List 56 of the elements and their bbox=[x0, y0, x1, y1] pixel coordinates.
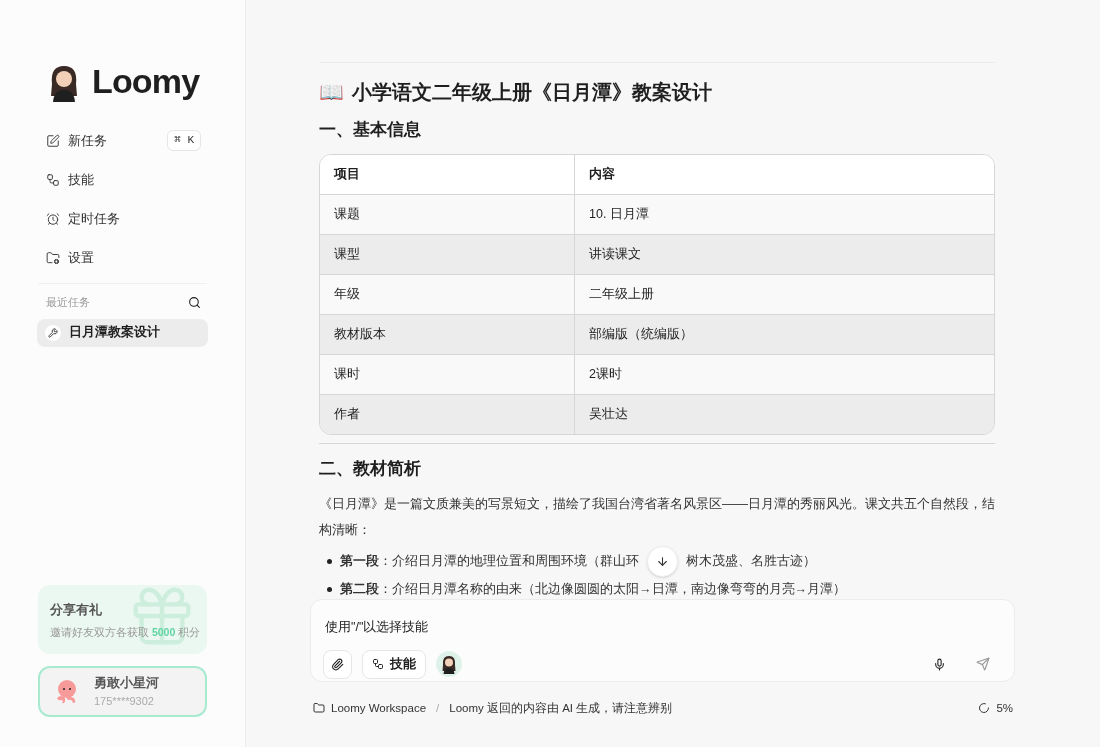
paragraph: 《日月潭》是一篇文质兼美的写景短文，描绘了我国台湾省著名风景区——日月潭的秀丽风光。课文共五个自然段，结构清晰： bbox=[319, 495, 995, 539]
shortcut-badge: ⌘ K bbox=[167, 130, 201, 151]
folder-icon bbox=[313, 702, 325, 715]
arrow-down-icon bbox=[656, 554, 669, 568]
brand-name: Loomy bbox=[92, 61, 200, 102]
table-cell-text: 部编版（统编版） bbox=[588, 325, 694, 343]
column-header: 内容 bbox=[588, 165, 616, 183]
bullet-text: 树木茂盛、名胜古迹） bbox=[686, 553, 816, 570]
table-cell: 课时 bbox=[320, 354, 575, 394]
send-icon[interactable] bbox=[976, 657, 990, 672]
table-cell: 教材版本 bbox=[320, 314, 575, 354]
menu-item[interactable]: 定时任务 bbox=[38, 199, 207, 238]
recent-task-item[interactable]: 日月潭教案设计 bbox=[37, 318, 208, 347]
workspace-link[interactable]: Loomy Workspace bbox=[331, 699, 427, 717]
table-cell-text: 二年级上册 bbox=[588, 285, 655, 303]
section-heading: 二、教材简析 bbox=[319, 457, 422, 480]
table-cell: 年级 bbox=[320, 274, 575, 314]
edit-icon bbox=[46, 133, 60, 148]
search-icon[interactable] bbox=[188, 295, 201, 309]
table-cell: 作者 bbox=[320, 394, 575, 434]
folder-gear-icon bbox=[46, 250, 60, 265]
ai-notice: Loomy 返回的内容由 AI 生成，请注意辨别 bbox=[449, 700, 673, 716]
attach-button[interactable] bbox=[323, 649, 352, 679]
column-header: 项目 bbox=[320, 154, 575, 194]
user-card[interactable]: 勇敢小星河 175****9302 bbox=[38, 666, 207, 717]
table-cell-text: 吴壮达 bbox=[588, 405, 629, 423]
section-label: 最近任务 bbox=[46, 295, 90, 310]
promo-card[interactable]: 分享有礼 邀请好友双方各获取 5000 积分 bbox=[38, 585, 207, 654]
table-cell: 课型 bbox=[320, 234, 575, 274]
menu-item[interactable]: 新任务 ⌘ K bbox=[38, 121, 207, 160]
scroll-down-button[interactable] bbox=[647, 545, 678, 577]
table-cell-text: 2课时 bbox=[588, 365, 623, 383]
user-phone: 175****9302 bbox=[94, 693, 155, 709]
menu-item[interactable]: 设置 bbox=[38, 238, 207, 277]
table-cell-text: 10. 日月潭 bbox=[588, 205, 650, 223]
message-input[interactable]: 使用"/"以选择技能 bbox=[323, 617, 1002, 637]
microphone-icon[interactable] bbox=[933, 657, 946, 671]
alarm-clock-icon bbox=[46, 211, 60, 226]
progress-icon bbox=[978, 702, 991, 715]
document-title: 📖 小学语文二年级上册《日月潭》教案设计 bbox=[319, 80, 713, 105]
breadcrumb-separator: / bbox=[436, 700, 440, 716]
section-heading: 一、基本信息 bbox=[319, 119, 422, 141]
nodes-icon bbox=[372, 658, 384, 671]
bullet-text: 第一段：介绍日月潭的地理位置和周围环境（群山环 bbox=[340, 553, 639, 570]
progress-text: 5% bbox=[996, 700, 1013, 716]
bullet-text: 第二段：介绍日月潭名称的由来（北边像圆圆的太阳→日潭，南边像弯弯的月亮→月潭） bbox=[340, 581, 846, 598]
user-name: 勇敢小星河 bbox=[94, 674, 159, 692]
table-cell-text: 讲读课文 bbox=[588, 245, 642, 263]
table-cell: 课题 bbox=[320, 194, 575, 234]
promo-title: 分享有礼 bbox=[50, 602, 103, 619]
paperclip-icon bbox=[331, 657, 344, 671]
nodes-icon bbox=[46, 172, 60, 187]
wrench-icon bbox=[45, 324, 61, 341]
skill-button[interactable]: 技能 bbox=[362, 649, 426, 679]
menu-item[interactable]: 技能 bbox=[38, 160, 207, 199]
promo-text: 邀请好友双方各获取 5000 积分 bbox=[50, 624, 201, 640]
